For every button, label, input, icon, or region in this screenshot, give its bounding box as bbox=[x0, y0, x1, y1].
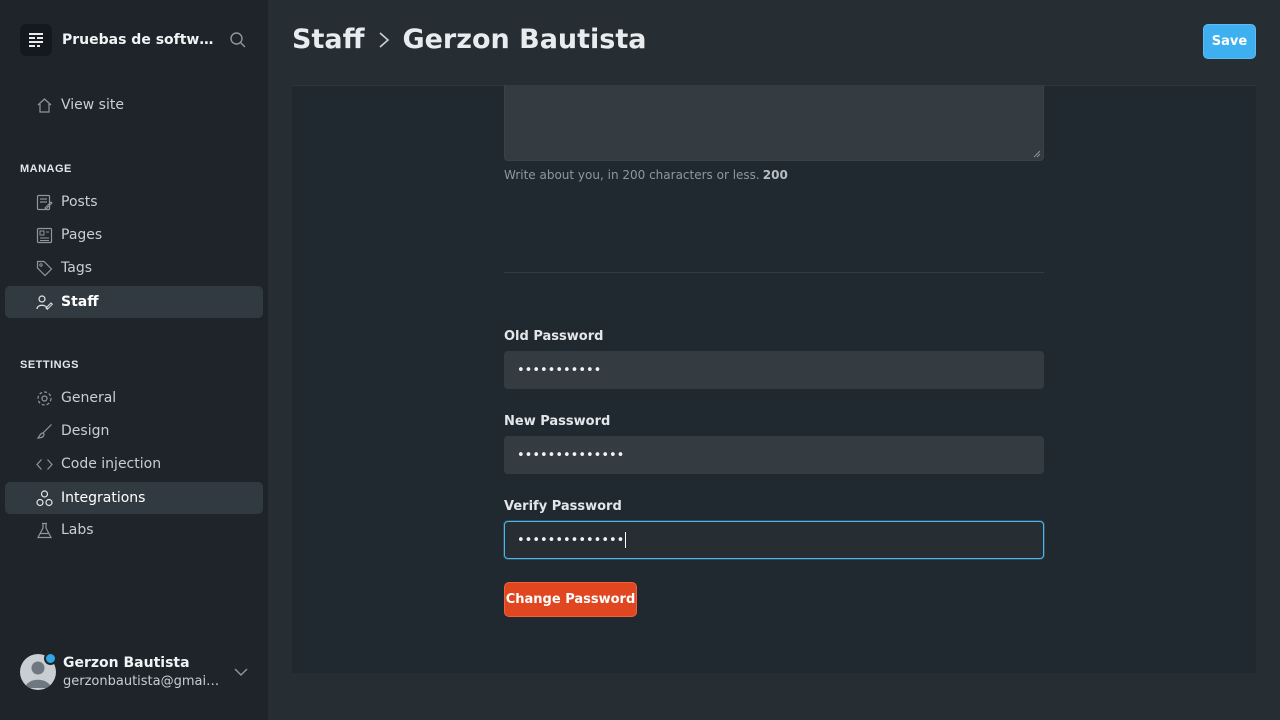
save-button[interactable]: Save bbox=[1203, 24, 1256, 59]
nav-labs-label: Labs bbox=[61, 522, 94, 538]
breadcrumb: Staff Gerzon Bautista bbox=[292, 24, 647, 55]
manage-section-title: MANAGE bbox=[20, 163, 72, 175]
page-header: Staff Gerzon Bautista Save bbox=[268, 0, 1280, 84]
change-password-button[interactable]: Change Password bbox=[504, 582, 637, 617]
nav-pages[interactable]: Pages bbox=[5, 219, 263, 251]
old-password-value: ••••••••••• bbox=[517, 362, 602, 378]
bio-hint: Write about you, in 200 characters or le… bbox=[504, 168, 788, 182]
verify-password-input[interactable]: •••••••••••••• bbox=[504, 521, 1044, 559]
nav-tags[interactable]: Tags bbox=[5, 252, 263, 284]
brush-icon bbox=[36, 424, 52, 439]
site-name: Pruebas de software bbox=[62, 32, 220, 48]
breadcrumb-staff-link[interactable]: Staff bbox=[292, 24, 364, 55]
section-divider bbox=[504, 272, 1044, 273]
new-password-input[interactable]: •••••••••••••• bbox=[504, 436, 1044, 474]
sidebar: Pruebas de software View site MANAGE Pos… bbox=[0, 0, 268, 720]
nav-design[interactable]: Design bbox=[5, 415, 263, 447]
bio-char-count: 200 bbox=[762, 168, 788, 182]
posts-icon bbox=[36, 194, 53, 211]
new-password-label: New Password bbox=[504, 414, 611, 429]
text-caret bbox=[625, 532, 627, 548]
pages-icon bbox=[36, 227, 53, 244]
tag-icon bbox=[36, 260, 53, 277]
code-icon bbox=[36, 459, 53, 470]
staff-icon bbox=[36, 295, 53, 311]
verify-password-label: Verify Password bbox=[504, 499, 622, 514]
nav-integrations-label: Integrations bbox=[61, 490, 146, 506]
verify-password-value: •••••••••••••• bbox=[517, 532, 625, 548]
chevron-right-icon bbox=[379, 31, 390, 48]
user-email: gerzonbautista@gmail.com bbox=[63, 674, 221, 689]
nav-posts-label: Posts bbox=[61, 194, 98, 210]
old-password-input[interactable]: ••••••••••• bbox=[504, 351, 1044, 389]
nav-labs[interactable]: Labs bbox=[5, 514, 263, 546]
old-password-label: Old Password bbox=[504, 329, 604, 344]
nav-design-label: Design bbox=[61, 423, 110, 439]
nav-code-injection[interactable]: Code injection bbox=[5, 448, 263, 480]
nav-integrations[interactable]: Integrations bbox=[5, 482, 263, 514]
new-password-value: •••••••••••••• bbox=[517, 447, 625, 463]
integrations-icon bbox=[36, 490, 53, 507]
flask-icon bbox=[37, 522, 52, 539]
nav-tags-label: Tags bbox=[61, 260, 92, 276]
resize-handle-icon[interactable] bbox=[1033, 150, 1041, 158]
site-logo-icon bbox=[20, 24, 52, 56]
search-icon[interactable] bbox=[229, 31, 249, 51]
nav-view-site[interactable]: View site bbox=[5, 89, 263, 121]
page-title: Gerzon Bautista bbox=[402, 24, 647, 55]
nav-general[interactable]: General bbox=[5, 382, 263, 414]
bio-hint-text: Write about you, in 200 characters or le… bbox=[504, 168, 760, 182]
nav-general-label: General bbox=[61, 390, 117, 406]
nav-staff[interactable]: Staff bbox=[5, 286, 263, 318]
user-name: Gerzon Bautista bbox=[63, 655, 190, 671]
nav-view-site-label: View site bbox=[61, 97, 124, 113]
nav-code-injection-label: Code injection bbox=[61, 456, 162, 472]
nav-pages-label: Pages bbox=[61, 227, 103, 243]
gear-icon bbox=[37, 391, 52, 406]
chevron-down-icon[interactable] bbox=[233, 666, 249, 678]
bio-textarea[interactable] bbox=[504, 85, 1044, 161]
home-icon bbox=[37, 98, 52, 113]
notification-dot bbox=[44, 652, 57, 665]
brand[interactable]: Pruebas de software bbox=[20, 24, 220, 56]
nav-posts[interactable]: Posts bbox=[5, 186, 263, 218]
nav-staff-label: Staff bbox=[61, 294, 99, 310]
settings-section-title: SETTINGS bbox=[20, 359, 80, 371]
